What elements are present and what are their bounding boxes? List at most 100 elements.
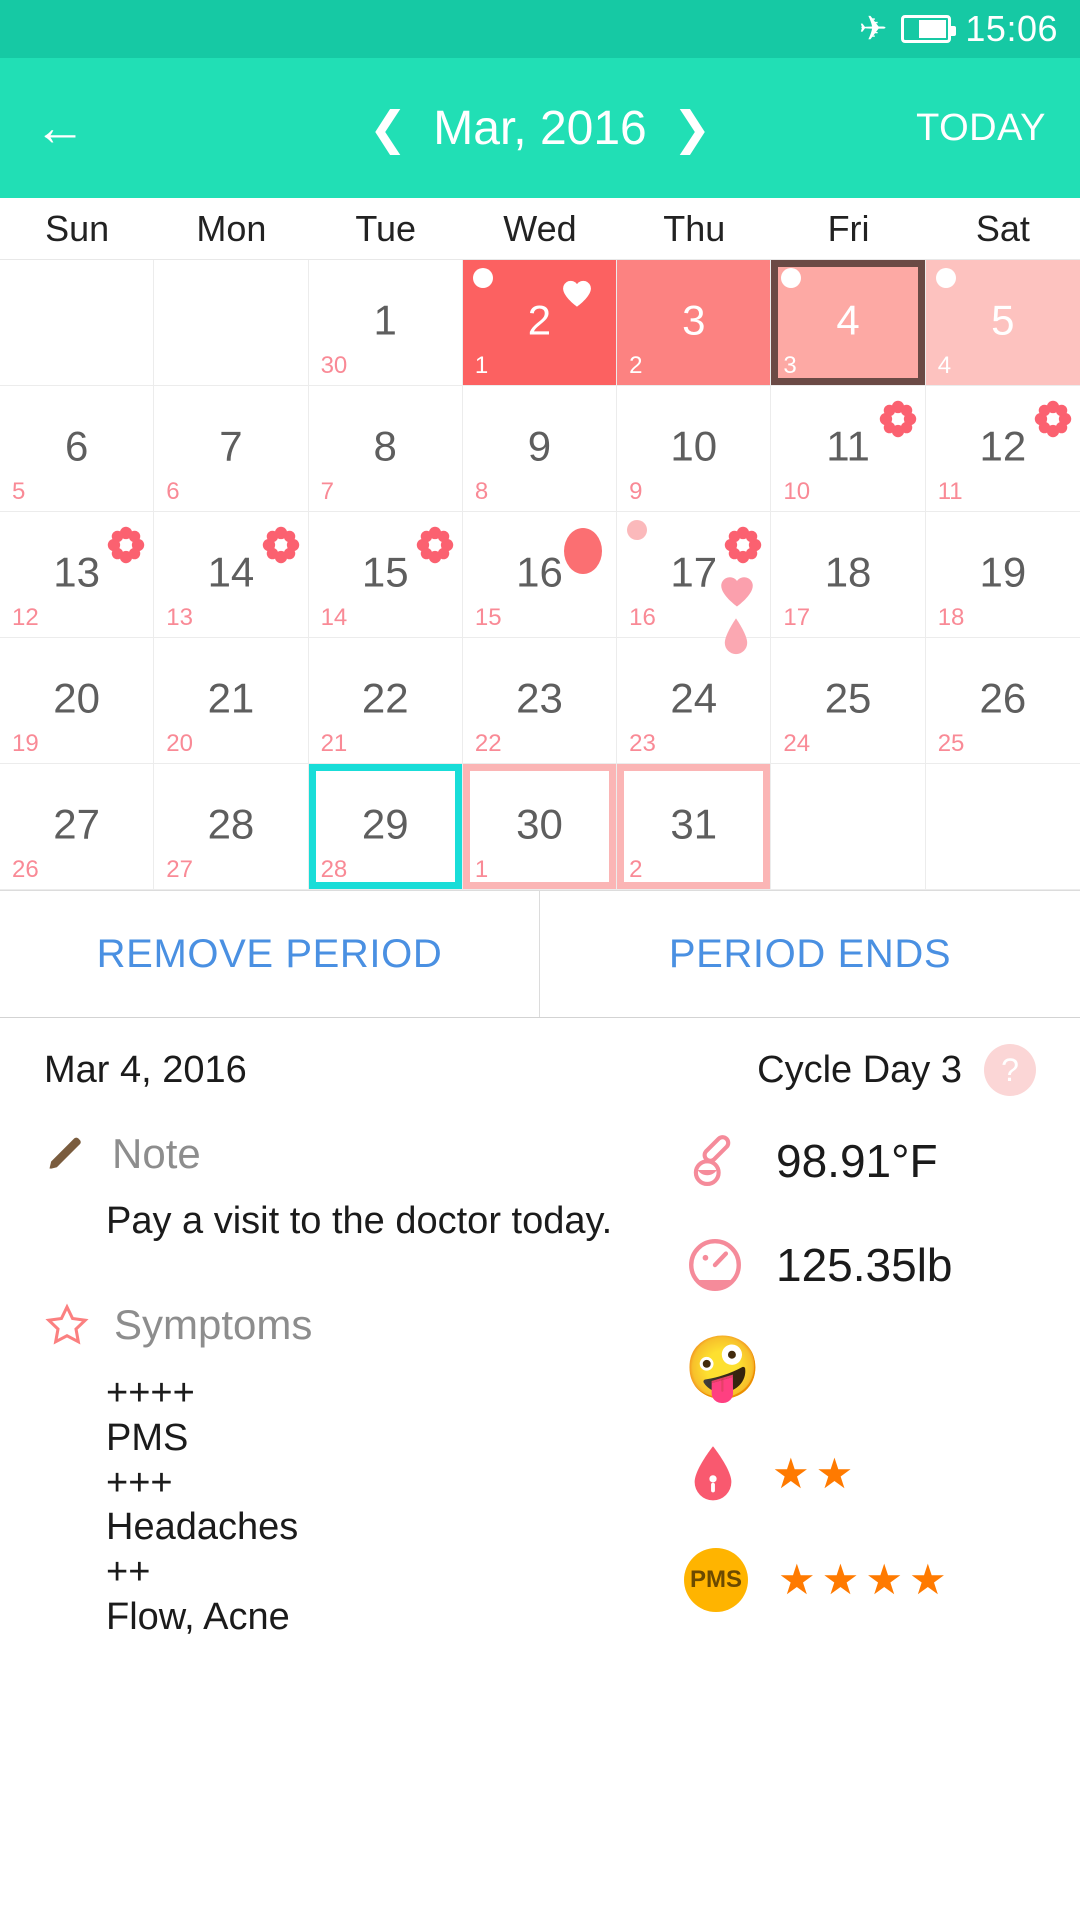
flower-icon xyxy=(879,400,916,438)
cycle-day-number: 2 xyxy=(629,856,643,883)
calendar-day-cell[interactable]: 15 14 xyxy=(308,512,463,638)
calendar-day-cell[interactable]: 19 18 xyxy=(925,512,1080,638)
heart-icon xyxy=(563,280,592,307)
cycle-day-number: 19 xyxy=(12,730,39,757)
calendar-day-cell[interactable]: 16 15 xyxy=(462,512,618,638)
cycle-day-number: 1 xyxy=(474,352,489,379)
day-number: 28 xyxy=(207,799,255,847)
calendar-day-cell[interactable]: 27 26 xyxy=(0,764,155,890)
cycle-day-number: 26 xyxy=(12,856,39,883)
cycle-day-number: 3 xyxy=(783,352,797,379)
day-number: 18 xyxy=(824,547,872,595)
pms-star-rating: ★ ★ ★ ★ xyxy=(778,1559,947,1601)
cycle-day-number: 8 xyxy=(474,478,489,505)
flow-metric[interactable]: ★ ★ xyxy=(684,1442,1036,1506)
cycle-day-number: 13 xyxy=(166,604,193,631)
calendar-day-cell[interactable]: 30 1 xyxy=(462,764,618,890)
ovulation-icon xyxy=(564,528,603,574)
calendar-day-cell[interactable]: 29 28 xyxy=(308,764,463,890)
star-icon xyxy=(45,1303,89,1345)
temperature-metric[interactable]: 98.91°F xyxy=(684,1130,1036,1192)
calendar-day-cell[interactable]: 25 24 xyxy=(771,638,926,764)
cycle-day-number: 23 xyxy=(629,730,656,757)
blood-drop-icon xyxy=(694,1446,732,1501)
calendar-day-cell[interactable]: 32 xyxy=(617,260,772,386)
calendar-day-cell[interactable]: 43 xyxy=(771,260,926,386)
day-number: 30 xyxy=(516,799,563,847)
cycle-day-number: 20 xyxy=(166,730,193,757)
pms-metric[interactable]: PMS ★ ★ ★ ★ xyxy=(684,1548,1036,1612)
cycle-day-label: Cycle Day 3 xyxy=(757,1048,962,1091)
battery-icon xyxy=(901,15,957,43)
temperature-value: 98.91°F xyxy=(776,1135,938,1187)
chevron-right-icon[interactable]: ❯ xyxy=(673,105,712,151)
symptoms-list: ++++ PMS +++ Headaches ++ Flow, Acne xyxy=(106,1371,664,1640)
period-ends-button[interactable]: PERIOD ENDS xyxy=(540,891,1080,1017)
day-number: 22 xyxy=(361,673,409,721)
weight-metric[interactable]: 125.35lb xyxy=(684,1234,1036,1296)
cycle-day-group: Cycle Day 3 ? xyxy=(757,1044,1036,1096)
calendar-day-cell[interactable]: 98 xyxy=(462,386,618,512)
calendar-day-cell[interactable]: 23 22 xyxy=(462,638,618,764)
chevron-left-icon[interactable]: ❮ xyxy=(369,105,408,151)
day-number: 4 xyxy=(836,295,860,343)
today-button[interactable]: TODAY xyxy=(916,107,1046,150)
thermometer-icon xyxy=(693,1135,731,1187)
calendar-empty-cell xyxy=(0,260,155,386)
star-icon: ★ xyxy=(821,1556,860,1603)
day-number: 27 xyxy=(53,799,100,847)
help-icon[interactable]: ? xyxy=(984,1044,1036,1096)
note-row[interactable]: Note xyxy=(44,1130,664,1178)
calendar-day-cell[interactable]: 14 13 xyxy=(154,512,309,638)
calendar-day-cell[interactable]: 65 xyxy=(0,386,155,512)
calendar-day-cell[interactable]: 24 23 xyxy=(617,638,772,764)
calendar-day-cell[interactable]: 18 17 xyxy=(771,512,926,638)
heart-icon xyxy=(721,577,754,607)
calendar-day-cell[interactable]: 76 xyxy=(154,386,309,512)
detail-left-column: Note Pay a visit to the doctor today. Sy… xyxy=(44,1130,664,1654)
cycle-day-number: 6 xyxy=(166,478,180,505)
remove-period-button[interactable]: REMOVE PERIOD xyxy=(0,891,540,1017)
calendar-day-cell[interactable]: 21 xyxy=(462,260,618,386)
day-number: 9 xyxy=(527,421,552,469)
cycle-day-number: 1 xyxy=(474,856,489,883)
cycle-day-number: 18 xyxy=(937,604,965,631)
day-number: 1 xyxy=(373,295,397,343)
calendar-day-cell[interactable]: 11 10 xyxy=(771,386,926,512)
calendar-day-cell[interactable]: 22 21 xyxy=(308,638,463,764)
day-number: 5 xyxy=(991,295,1015,343)
flower-icon xyxy=(725,526,762,564)
calendar-day-cell[interactable]: 10 9 xyxy=(617,386,772,512)
calendar-day-cell[interactable]: 87 xyxy=(308,386,463,512)
cycle-day-number: 10 xyxy=(783,478,811,505)
note-text: Pay a visit to the doctor today. xyxy=(106,1200,613,1242)
detail-header: Mar 4, 2016 Cycle Day 3 ? xyxy=(44,1044,1036,1096)
cycle-day-number: 28 xyxy=(320,856,348,883)
cycle-day-number: 22 xyxy=(474,730,502,757)
calendar-day-cell[interactable]: 20 19 xyxy=(0,638,155,764)
weekday-thu: Thu xyxy=(663,207,726,249)
flow-star-rating: ★ ★ xyxy=(772,1453,853,1495)
back-arrow-icon[interactable]: ← xyxy=(34,102,104,154)
calendar-day-cell[interactable]: 1 30 xyxy=(308,260,463,386)
calendar-day-cell[interactable]: 21 20 xyxy=(154,638,309,764)
calendar-day-cell[interactable]: 26 25 xyxy=(925,638,1080,764)
day-number: 21 xyxy=(207,673,255,721)
calendar-day-cell[interactable]: 12 11 xyxy=(925,386,1080,512)
symptom-line: Flow, Acne xyxy=(106,1596,290,1639)
calendar-day-cell[interactable]: 13 12 xyxy=(0,512,155,638)
calendar-day-cell[interactable]: 28 27 xyxy=(154,764,309,890)
cycle-day-number: 14 xyxy=(320,604,348,631)
cycle-day-number: 21 xyxy=(320,730,348,757)
calendar-day-cell[interactable]: 17 16 xyxy=(617,512,772,655)
calendar-day-cell[interactable]: 31 2 xyxy=(617,764,772,890)
flower-icon xyxy=(1034,400,1072,438)
calendar-day-cell[interactable]: 54 xyxy=(925,260,1080,386)
day-number: 2 xyxy=(527,295,552,343)
action-bar: REMOVE PERIOD PERIOD ENDS xyxy=(0,890,1080,1018)
cycle-day-number: 5 xyxy=(12,478,26,505)
symptoms-row[interactable]: Symptoms xyxy=(44,1301,664,1349)
symptoms-label: Symptoms xyxy=(114,1301,313,1348)
mood-metric[interactable]: 🤪 xyxy=(684,1338,1036,1400)
day-number: 15 xyxy=(361,547,409,595)
